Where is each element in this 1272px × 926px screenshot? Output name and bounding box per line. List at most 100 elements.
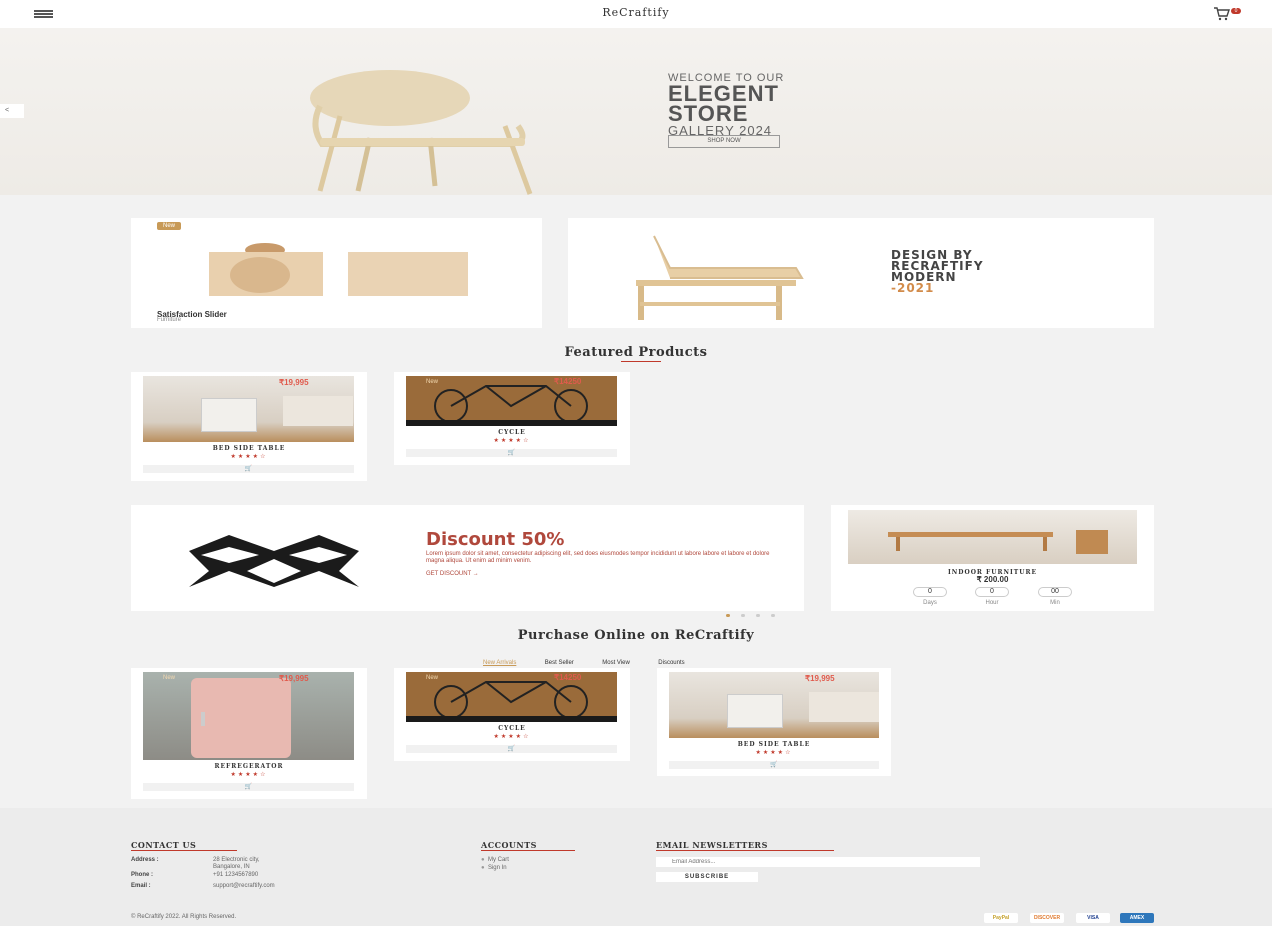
phone-label: Phone : [131, 872, 153, 878]
site-footer [0, 808, 1272, 926]
my-cart-label: My Cart [487, 857, 509, 863]
featured-products-title: Featured Products [564, 345, 708, 360]
bullet-icon: ● [481, 857, 485, 863]
price-tag: ₹19,995 [279, 674, 309, 683]
price-tag: ₹19,995 [279, 378, 309, 387]
paypal-icon: PayPal [984, 913, 1018, 923]
product-card-cycle-2[interactable]: New ₹14250 CYCLE ★★★★☆ 🛒 [394, 668, 630, 761]
discount-dot-1[interactable] [726, 614, 730, 617]
heading-underline [481, 850, 575, 851]
discount-dot-3[interactable] [756, 614, 760, 617]
product-name: CYCLE [498, 725, 526, 732]
bullet-icon: ● [481, 865, 485, 871]
promo-card-design[interactable]: DESIGN BY RECRAFTIFY MODERN -2021 [568, 218, 1154, 328]
product-card-refregerator[interactable]: New ₹19,995 REFREGERATOR ★★★★☆ 🛒 [131, 668, 367, 799]
cart-icon: 🛒 [507, 450, 516, 456]
email-value[interactable]: support@recraftify.com [213, 883, 275, 889]
discount-dot-2[interactable] [741, 614, 745, 617]
get-discount-link[interactable]: GET DISCOUNT → [426, 571, 479, 577]
price-tag: ₹14250 [554, 673, 582, 682]
countdown-days-label: Days [923, 600, 937, 606]
hero-text-block: WELCOME TO OUR ELEGENT STORE GALLERY 202… [668, 72, 784, 137]
contact-us-heading: CONTACT US [131, 840, 197, 850]
new-badge: New [426, 675, 439, 681]
shop-now-button[interactable]: SHOP NOW [668, 135, 780, 148]
price-tag: ₹14250 [554, 377, 582, 386]
add-to-cart-button[interactable]: 🛒 [406, 745, 617, 753]
cart-icon: 🛒 [507, 746, 516, 752]
accounts-heading: ACCOUNTS [481, 840, 537, 850]
address-line-1: 28 Electronic city, [213, 857, 260, 863]
discover-icon: DISCOVER [1030, 913, 1064, 923]
sign-in-label: Sign In [487, 865, 507, 871]
promo-subtitle: Furniture [157, 317, 182, 323]
subscribe-button[interactable]: SUBSCRIBE [656, 872, 758, 882]
newsletter-heading: EMAIL NEWSLETTERS [656, 840, 768, 850]
hero-headline-2: STORE [668, 101, 749, 126]
hero-pagination [1216, 187, 1249, 195]
add-to-cart-button[interactable]: 🛒 [143, 783, 354, 791]
tab-new-arrivals[interactable]: New Arrivals [483, 660, 516, 666]
phone-value[interactable]: +91 1234567890 [213, 872, 258, 878]
address-line-2: Bangalore, IN [213, 864, 250, 870]
design-line-4: -2021 [891, 281, 935, 295]
footer-link-my-cart[interactable]: ● My Cart [481, 857, 509, 863]
add-to-cart-button[interactable]: 🛒 [143, 465, 354, 473]
countdown-minutes-label: Min [1050, 600, 1060, 606]
product-name: REFREGERATOR [214, 763, 284, 770]
deal-price: ₹ 200.00 [976, 575, 1009, 584]
cart-icon: 🛒 [770, 762, 778, 768]
rating-stars: ★★★★☆ [230, 454, 268, 460]
wooden-box-image [209, 243, 468, 296]
product-tabs: New Arrivals Best Seller Most View Disco… [483, 651, 709, 669]
tab-discounts[interactable]: Discounts [658, 660, 684, 666]
tab-best-seller[interactable]: Best Seller [545, 660, 574, 666]
discount-pagination [726, 604, 775, 622]
design-text-block: DESIGN BY RECRAFTIFY MODERN -2021 [891, 249, 984, 295]
email-label: Email : [131, 883, 151, 889]
deal-card-indoor-furniture[interactable]: INDOOR FURNITURE ₹ 200.00 0 Days 0 Hour … [831, 505, 1154, 611]
discount-dot-4[interactable] [771, 614, 775, 617]
rating-stars: ★★★★☆ [755, 750, 793, 756]
hero-prev-arrow[interactable]: < [0, 104, 24, 118]
amex-icon: AMEX [1120, 913, 1154, 923]
title-underline [621, 361, 661, 362]
cart-icon: 🛒 [244, 466, 253, 472]
tab-most-view[interactable]: Most View [602, 660, 630, 666]
countdown-hours-label: Hour [985, 600, 999, 606]
hero-banner: < WELCOME TO OUR ELEGENT STORE GALLERY 2… [0, 28, 1272, 195]
rating-stars: ★★★★☆ [493, 734, 531, 740]
countdown-hours: 0 [975, 587, 1009, 597]
product-name: BED SIDE TABLE [212, 445, 286, 452]
new-badge: New [163, 675, 176, 681]
black-lattice-decor-image [189, 535, 359, 587]
add-to-cart-button[interactable]: 🛒 [406, 449, 617, 457]
cart-icon: 🛒 [244, 784, 253, 790]
rating-stars: ★★★★☆ [493, 438, 531, 444]
heading-underline [656, 850, 834, 851]
discount-text: Lorem ipsum dolor sit amet, consectetur … [426, 551, 770, 564]
add-to-cart-button[interactable]: 🛒 [669, 761, 879, 769]
wooden-chair-image [310, 70, 533, 195]
refregerator-image [143, 672, 354, 760]
heading-underline [131, 850, 237, 851]
newsletter-email-input[interactable] [656, 857, 980, 867]
bed-side-table-image [143, 376, 354, 442]
bed-side-table-image [669, 672, 879, 738]
new-badge: New [157, 222, 182, 230]
top-navbar: ReCraftify 0 [0, 0, 1272, 28]
footer-link-sign-in[interactable]: ● Sign In [481, 865, 507, 871]
product-card-bed-side-table-2[interactable]: ₹19,995 BED SIDE TABLE ★★★★☆ 🛒 [657, 668, 891, 776]
price-tag: ₹19,995 [805, 674, 835, 683]
promo-card-slider[interactable]: New Satisfaction Slider Furniture [131, 218, 542, 328]
address-label: Address : [131, 857, 159, 863]
product-card-cycle[interactable]: New ₹14250 CYCLE ★★★★☆ 🛒 [394, 372, 630, 465]
cart-icon[interactable] [1214, 7, 1230, 21]
countdown-minutes: 00 [1038, 587, 1072, 597]
rating-stars: ★★★★☆ [230, 772, 268, 778]
product-name: CYCLE [498, 429, 526, 436]
product-name: BED SIDE TABLE [737, 741, 811, 748]
purchase-online-title: Purchase Online on ReCraftify [517, 628, 755, 643]
product-card-bed-side-table[interactable]: ₹19,995 BED SIDE TABLE ★★★★☆ 🛒 [131, 372, 367, 481]
site-brand[interactable]: ReCraftify [0, 6, 1272, 19]
